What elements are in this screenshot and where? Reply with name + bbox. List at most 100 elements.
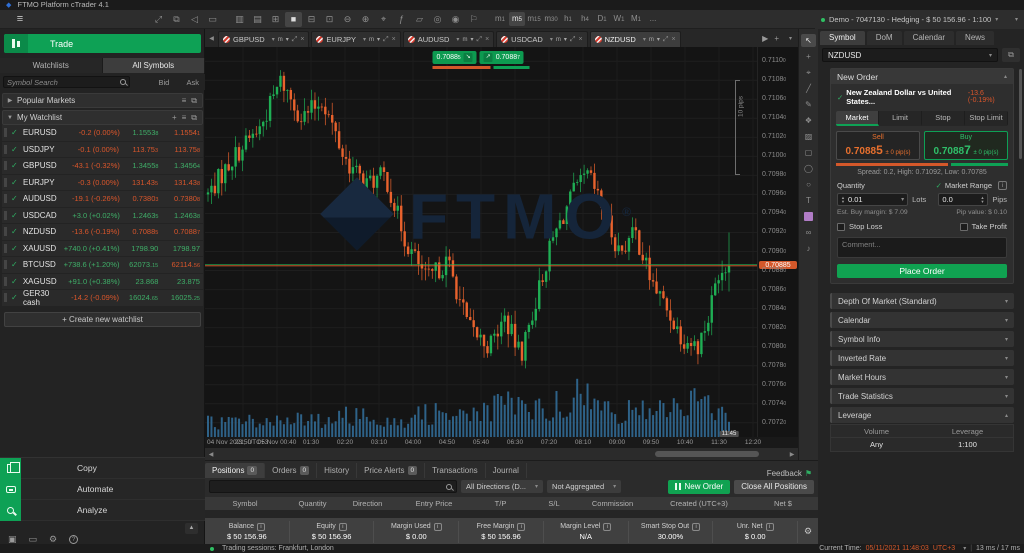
- tab-orders[interactable]: Orders0: [265, 463, 317, 478]
- positions-search-input[interactable]: [209, 480, 457, 493]
- popular-markets-group[interactable]: ▶ Popular Markets ≡ ⧉: [2, 93, 203, 108]
- quantity-input[interactable]: ▲▼ 0.01 ▾: [837, 193, 908, 206]
- column-header-quantity[interactable]: Quantity: [285, 499, 340, 508]
- timeframe-D1[interactable]: D1: [594, 12, 610, 26]
- watchlist-row-GER30-cash[interactable]: ✓GER30 cash-14.2 (-0.09%)16024.6516025.2…: [2, 290, 203, 306]
- link-icon[interactable]: ∞: [801, 226, 816, 239]
- section-symbol-info[interactable]: Symbol Info▾: [830, 331, 1014, 347]
- section-depth-of-market-standard-[interactable]: Depth Of Market (Standard)▾: [830, 293, 1014, 309]
- drag-handle[interactable]: [4, 293, 7, 302]
- market-range-checkbox[interactable]: ✓ Market Range: [936, 181, 992, 190]
- close-icon[interactable]: ×: [392, 36, 396, 43]
- stop-loss-checkbox[interactable]: Stop Loss: [837, 222, 882, 231]
- timeframe-m1[interactable]: m1: [492, 12, 508, 26]
- alarm-icon[interactable]: ♪: [801, 242, 816, 255]
- close-all-positions-button[interactable]: Close All Positions: [734, 480, 814, 494]
- quick-buy-button[interactable]: ↗ 0.70887: [480, 51, 524, 64]
- timeframe-h4[interactable]: h4: [577, 12, 593, 26]
- column-header-symbol[interactable]: Symbol: [205, 499, 285, 508]
- shapes-icon[interactable]: ❖: [801, 114, 816, 127]
- comment-input[interactable]: Comment...: [837, 237, 1007, 258]
- new-chart-icon[interactable]: +: [774, 31, 779, 47]
- sidebar-tab-all-symbols[interactable]: All Symbols: [103, 58, 206, 73]
- panel-tab-dom[interactable]: DoM: [867, 31, 902, 45]
- section-market-hours[interactable]: Market Hours▾: [830, 369, 1014, 385]
- column-header-t-p[interactable]: T/P: [473, 499, 528, 508]
- watchlist-row-USDCAD[interactable]: ✓USDCAD+3.0 (+0.02%)1.246351.24638: [2, 208, 203, 224]
- popout-icon[interactable]: ⧉: [191, 96, 197, 106]
- close-icon[interactable]: ×: [671, 36, 675, 43]
- chart-tab-EURJPY[interactable]: EURJPY▾m▾⤢×: [311, 31, 400, 47]
- tab-history[interactable]: History: [317, 463, 357, 478]
- popout-icon[interactable]: ⤢: [383, 36, 389, 44]
- collapse-icon[interactable]: ▲: [185, 523, 198, 534]
- scroll-left-icon[interactable]: ◀: [205, 451, 217, 458]
- section-calendar[interactable]: Calendar▾: [830, 312, 1014, 328]
- timeframe-W1[interactable]: W1: [611, 12, 627, 26]
- popout-icon[interactable]: ⤢: [292, 36, 298, 44]
- column-header-entry-price[interactable]: Entry Price: [395, 499, 473, 508]
- symbol-search-input[interactable]: Symbol Search: [3, 76, 130, 88]
- selection-icon[interactable]: ▢: [801, 146, 816, 159]
- indicators-icon[interactable]: ƒ: [393, 12, 410, 27]
- section-inverted-rate[interactable]: Inverted Rate▾: [830, 350, 1014, 366]
- close-icon[interactable]: ×: [578, 36, 582, 43]
- table-settings-icon[interactable]: ⚙: [798, 526, 818, 537]
- zoom-in-icon[interactable]: ⊕: [357, 12, 374, 27]
- copy-button[interactable]: Copy: [0, 458, 205, 479]
- info-icon[interactable]: i: [692, 523, 700, 531]
- help-icon[interactable]: ?: [69, 535, 78, 544]
- objects-icon[interactable]: ▱: [411, 12, 428, 27]
- watchlist-row-NZDUSD[interactable]: ✓NZDUSD-13.6 (-0.19%)0.708850.70887: [2, 224, 203, 240]
- drag-handle[interactable]: [4, 260, 7, 269]
- drag-handle[interactable]: [4, 277, 7, 286]
- single-chart-icon[interactable]: ■: [285, 12, 302, 27]
- drag-handle[interactable]: [4, 161, 7, 170]
- quick-sell-button[interactable]: 0.70885 ↘: [433, 51, 477, 64]
- crosshair-tool-icon[interactable]: +: [801, 50, 816, 63]
- stepper-icon[interactable]: ▲▼: [980, 196, 984, 204]
- watchlist-row-AUDUSD[interactable]: ✓AUDUSD-19.1 (-0.26%)0.738030.73808: [2, 191, 203, 207]
- open-chart-icon[interactable]: ⧉: [1002, 48, 1020, 62]
- info-icon[interactable]: i: [517, 523, 525, 531]
- watchlist-row-USDJPY[interactable]: ✓USDJPY-0.1 (0.00%)113.753113.758: [2, 142, 203, 158]
- trade-button[interactable]: Trade: [4, 34, 201, 53]
- panel-tab-news[interactable]: News: [956, 31, 994, 45]
- drag-handle[interactable]: [4, 128, 7, 137]
- column-header-net-$[interactable]: Net $: [753, 499, 813, 508]
- watch-icon[interactable]: ◉: [447, 12, 464, 27]
- drag-handle[interactable]: [4, 145, 7, 154]
- scrollbar-handle[interactable]: [655, 451, 759, 457]
- sidebar-tab-watchlists[interactable]: Watchlists: [0, 58, 103, 73]
- menu-icon[interactable]: ≡: [0, 13, 40, 25]
- new-order-button[interactable]: New Order: [668, 480, 730, 494]
- chart-list-icon[interactable]: ▤: [249, 12, 266, 27]
- tabs-scroll-left-icon[interactable]: ◀: [205, 31, 218, 47]
- order-type-limit[interactable]: Limit: [879, 111, 922, 126]
- direction-filter-select[interactable]: All Directions (D...▾: [461, 480, 543, 493]
- record-icon[interactable]: ▭: [204, 12, 221, 27]
- popout-icon[interactable]: ⤢: [663, 36, 669, 44]
- automate-button[interactable]: Automate: [0, 479, 205, 500]
- chart-settings-icon[interactable]: ⊡: [321, 12, 338, 27]
- place-order-button[interactable]: Place Order: [837, 264, 1007, 278]
- tabs-scroll-right-icon[interactable]: ▶: [762, 31, 768, 47]
- range-input[interactable]: 0.0 ▲▼: [938, 193, 988, 206]
- account-bar[interactable]: Demo - 7047130 - Hedging - $ 50 156.96 -…: [815, 10, 1024, 29]
- info-icon[interactable]: i: [257, 523, 265, 531]
- drag-handle[interactable]: [4, 244, 7, 253]
- create-watchlist-button[interactable]: + Create new watchlist: [4, 312, 201, 327]
- close-icon[interactable]: ×: [300, 36, 304, 43]
- list-icon[interactable]: ≡: [182, 113, 187, 122]
- tab-journal[interactable]: Journal: [486, 463, 527, 478]
- circle-icon[interactable]: ○: [801, 178, 816, 191]
- settings-icon[interactable]: ⚙: [49, 534, 57, 545]
- info-icon[interactable]: i: [434, 523, 442, 531]
- split-chart-icon[interactable]: ⊟: [303, 12, 320, 27]
- tab-positions[interactable]: Positions0: [205, 463, 265, 478]
- aggregation-filter-select[interactable]: Not Aggregated▾: [547, 480, 621, 493]
- brush-icon[interactable]: ▨: [801, 130, 816, 143]
- watchlist-row-XAUUSD[interactable]: ✓XAUUSD+740.0 (+0.41%)1798.901798.97: [2, 241, 203, 257]
- info-icon[interactable]: i: [603, 523, 611, 531]
- ellipse-icon[interactable]: ◯: [801, 162, 816, 175]
